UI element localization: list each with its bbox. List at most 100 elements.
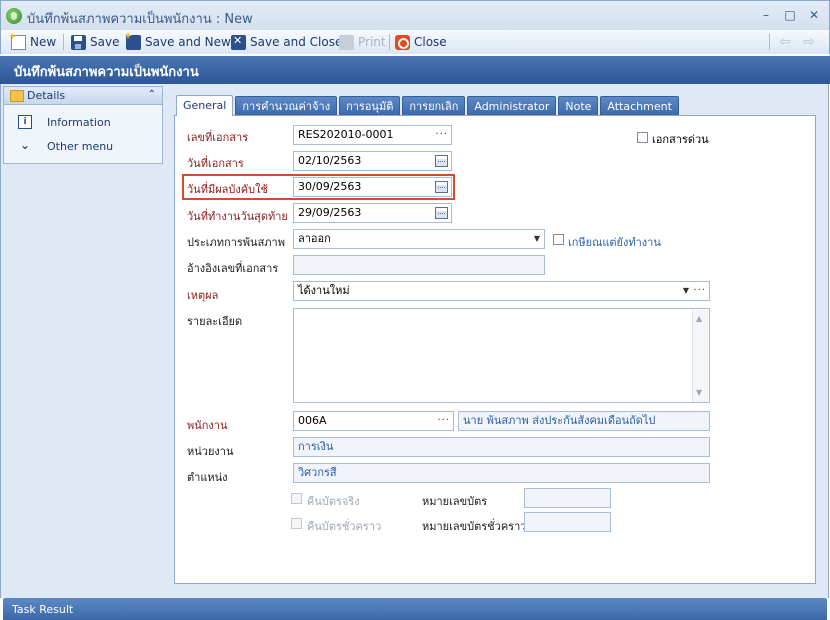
tab-strip: General การคำนวณค่าจ้าง การอนุมัติ การยก…: [176, 95, 681, 116]
save-and-new-label: Save and New: [145, 35, 231, 49]
new-document-icon: [11, 34, 26, 50]
title-bar: บันทึกพ้นสภาพความเป็นพนักงาน : New – □ ✕: [0, 0, 830, 30]
toolbar-separator: [63, 34, 64, 50]
employee-name-field: นาย พ้นสภาพ ส่งประกันสังคมเดือนถัดไป: [458, 411, 710, 431]
card-no-label: หมายเลขบัตร: [422, 495, 488, 508]
detail-textarea[interactable]: ▲ ▼: [293, 308, 710, 403]
doc-date-value: 02/10/2563: [298, 154, 362, 167]
page-title: บันทึกพ้นสภาพความเป็นพนักงาน: [0, 56, 830, 84]
tab-cancellation[interactable]: การยกเลิก: [402, 96, 466, 116]
save-button-label: Save: [90, 35, 120, 49]
return-card-checkbox[interactable]: [291, 493, 302, 504]
position-label: ตำแหน่ง: [187, 471, 228, 484]
tab-administrator[interactable]: Administrator: [467, 96, 557, 116]
toolbar: New Save Save and New Save and Close Pri…: [0, 30, 830, 54]
folder-icon: [10, 89, 24, 102]
card-no-field[interactable]: [524, 488, 611, 508]
minimize-button[interactable]: –: [757, 6, 775, 24]
maximize-button[interactable]: □: [781, 6, 799, 24]
resign-type-select[interactable]: ลาออก ▼: [293, 229, 545, 249]
close-window-button[interactable]: ✕: [805, 6, 823, 24]
return-temp-card-checkbox[interactable]: [291, 518, 302, 529]
details-panel-header[interactable]: Details ⌃: [4, 87, 162, 105]
textarea-scrollbar[interactable]: ▲ ▼: [692, 310, 708, 402]
resign-type-value: ลาออก: [298, 232, 331, 245]
department-value: การเงิน: [298, 440, 334, 453]
save-and-close-button[interactable]: Save and Close: [231, 33, 342, 51]
temp-card-no-label: หมายเลขบัตรชั่วคราว: [422, 520, 527, 533]
effective-date-field[interactable]: 30/09/2563: [293, 177, 452, 197]
tab-note[interactable]: Note: [558, 96, 599, 116]
doc-date-label: วันที่เอกสาร: [187, 157, 244, 170]
position-value: วิศวกรสี: [298, 466, 337, 479]
save-and-new-button[interactable]: Save and New: [126, 33, 231, 51]
calendar-icon[interactable]: [435, 207, 448, 219]
reason-select[interactable]: ได้งานใหม่ ▼ ···: [293, 281, 710, 301]
back-arrow-icon[interactable]: ⇦: [777, 35, 793, 49]
window-title: บันทึกพ้นสภาพความเป็นพนักงาน : New: [27, 12, 253, 27]
dropdown-arrow-icon[interactable]: ▼: [683, 284, 689, 298]
ref-doc-label: อ้างอิงเลขที่เอกสาร: [187, 262, 279, 275]
scroll-up-icon[interactable]: ▲: [696, 312, 702, 326]
reason-label: เหตุผล: [187, 289, 219, 302]
tab-attachment[interactable]: Attachment: [600, 96, 679, 116]
details-panel-title: Details: [27, 89, 66, 102]
effective-date-value: 30/09/2563: [298, 180, 362, 193]
ellipsis-icon[interactable]: ···: [437, 414, 450, 428]
effective-date-label: วันที่มีผลบังคับใช้: [187, 183, 268, 196]
task-result-bar[interactable]: Task Result: [3, 598, 827, 620]
retire-label: เกษียณแต่ยังทำงาน: [568, 236, 661, 249]
ellipsis-icon[interactable]: ···: [693, 284, 706, 298]
print-button[interactable]: Print: [339, 33, 386, 51]
calendar-icon[interactable]: [435, 155, 448, 167]
sidebar-item-label: Other menu: [47, 139, 114, 153]
app-icon: [6, 8, 22, 24]
close-button[interactable]: Close: [395, 33, 447, 51]
dropdown-arrow-icon[interactable]: ▼: [534, 232, 540, 246]
ellipsis-icon[interactable]: ···: [435, 128, 448, 142]
sidebar-item-other-menu[interactable]: ⌄ Other menu: [18, 139, 113, 153]
tab-general[interactable]: General: [176, 95, 234, 116]
forward-arrow-icon[interactable]: ⇨: [801, 35, 817, 49]
employee-label: พนักงาน: [187, 419, 228, 432]
return-card-label: คืนบัตรจริง: [307, 495, 360, 508]
info-icon: i: [18, 115, 32, 129]
print-button-label: Print: [358, 35, 386, 49]
sidebar-item-information[interactable]: i Information: [18, 115, 111, 129]
ref-doc-field[interactable]: [293, 255, 545, 275]
save-and-close-label: Save and Close: [250, 35, 343, 49]
doc-no-value: RES202010-0001: [298, 128, 394, 141]
collapse-icon[interactable]: ⌃: [148, 89, 156, 100]
printer-icon: [339, 34, 354, 50]
toolbar-separator: [389, 34, 390, 50]
urgent-label: เอกสารด่วน: [652, 133, 709, 146]
temp-card-no-field[interactable]: [524, 512, 611, 532]
new-button[interactable]: New: [11, 33, 56, 51]
power-close-icon: [395, 34, 410, 50]
position-field: วิศวกรสี: [293, 463, 710, 483]
details-panel: Details ⌃ i Information ⌄ Other menu: [3, 86, 163, 164]
department-label: หน่วยงาน: [187, 445, 234, 458]
close-button-label: Close: [414, 35, 447, 49]
double-chevron-down-icon: ⌄: [19, 138, 31, 152]
save-icon: [71, 34, 86, 50]
toolbar-separator: [769, 34, 770, 50]
doc-date-field[interactable]: 02/10/2563: [293, 151, 452, 171]
department-field: การเงิน: [293, 437, 710, 457]
save-new-icon: [126, 34, 141, 50]
last-work-date-field[interactable]: 29/09/2563: [293, 203, 452, 223]
detail-label: รายละเอียด: [187, 315, 243, 328]
retire-checkbox[interactable]: [553, 234, 564, 245]
doc-no-field[interactable]: RES202010-0001 ···: [293, 125, 452, 145]
urgent-checkbox[interactable]: [637, 132, 648, 143]
save-button[interactable]: Save: [71, 33, 119, 51]
employee-code-value: 006A: [298, 414, 327, 427]
calendar-icon[interactable]: [435, 181, 448, 193]
employee-name-value: นาย พ้นสภาพ ส่งประกันสังคมเดือนถัดไป: [463, 414, 656, 427]
employee-code-field[interactable]: 006A ···: [293, 411, 454, 431]
scroll-down-icon[interactable]: ▼: [696, 386, 702, 400]
doc-no-label: เลขที่เอกสาร: [187, 131, 249, 144]
tab-salary-calculation[interactable]: การคำนวณค่าจ้าง: [235, 96, 338, 116]
last-work-date-label: วันที่ทำงานวันสุดท้าย: [187, 210, 288, 223]
tab-approval[interactable]: การอนุมัติ: [339, 96, 401, 116]
